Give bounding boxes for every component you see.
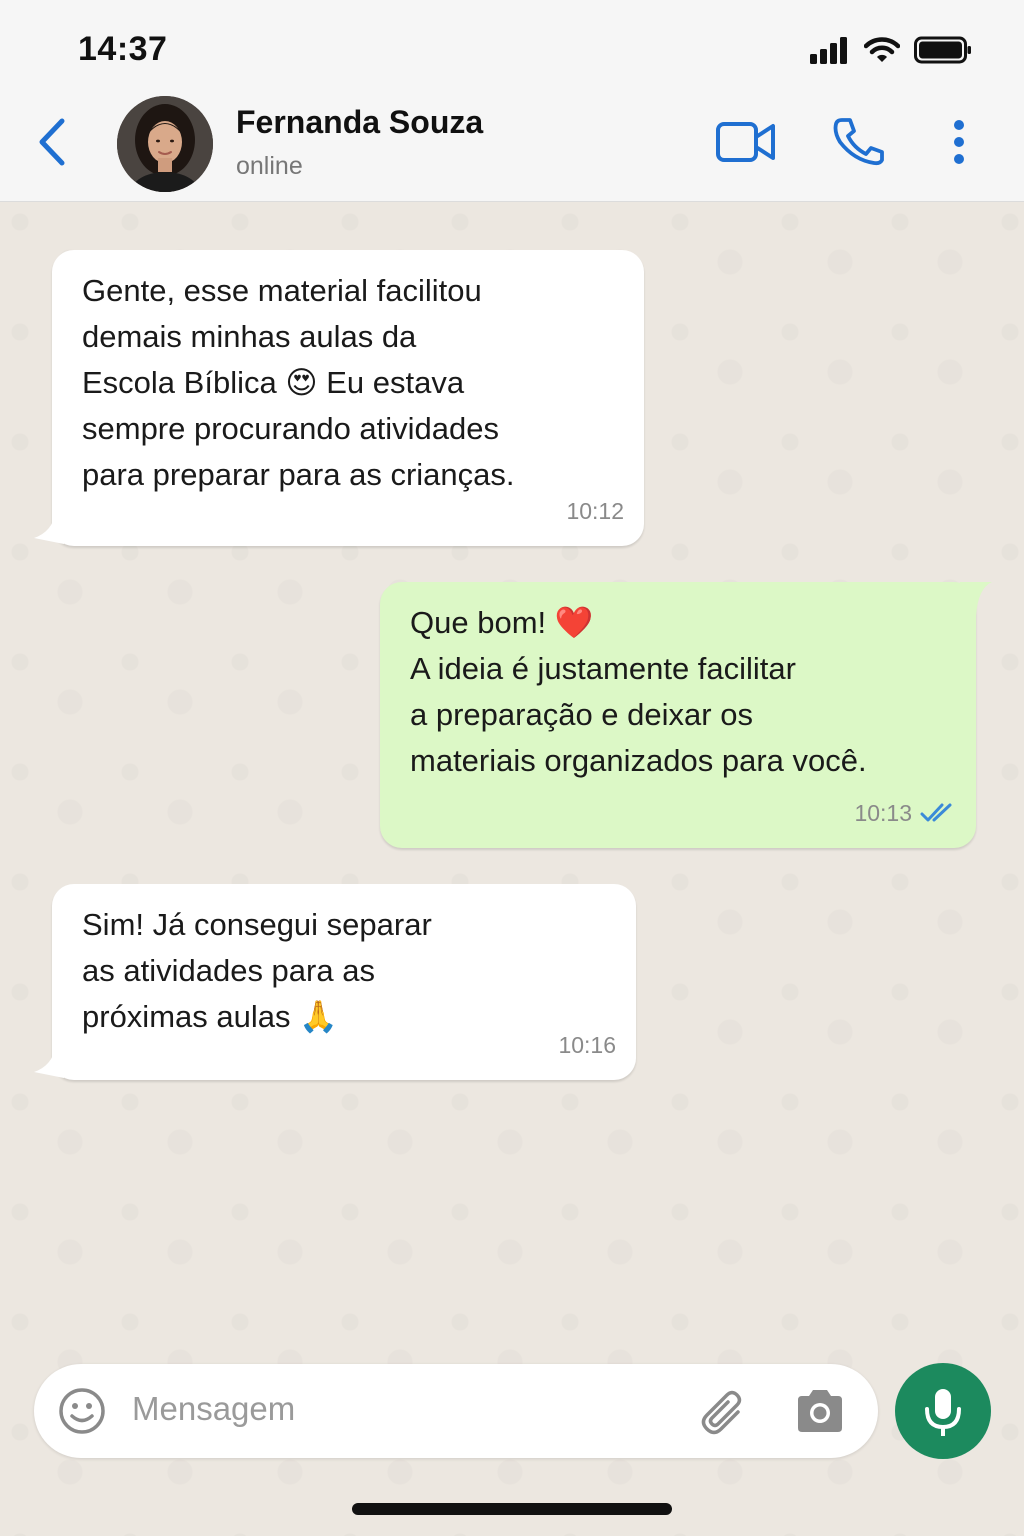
message-input[interactable]: Mensagem: [132, 1390, 295, 1428]
chat-area[interactable]: Gente, esse material facilitou demais mi…: [0, 202, 1024, 1536]
status-icons: [810, 36, 972, 64]
avatar[interactable]: [117, 96, 213, 192]
double-check-read-icon: [920, 803, 952, 822]
message-input-bar: Mensagem: [34, 1364, 878, 1458]
smiley-icon: [59, 1388, 105, 1434]
bubble-tail: [960, 582, 992, 616]
camera-button[interactable]: [794, 1388, 846, 1439]
chat-header: Fernanda Souza online: [0, 96, 1024, 202]
video-camera-icon: [716, 122, 775, 162]
more-options-button[interactable]: [948, 118, 970, 171]
back-button[interactable]: [32, 118, 76, 166]
message-meta: 10:13: [854, 790, 956, 836]
message-incoming[interactable]: Gente, esse material facilitou demais mi…: [52, 250, 644, 546]
bubble-tail: [34, 1046, 64, 1078]
message-outgoing[interactable]: Que bom! ❤️ A ideia é justamente facilit…: [380, 582, 976, 848]
message-meta: 10:16: [558, 1022, 616, 1068]
message-meta: 10:12: [566, 488, 624, 534]
video-call-button[interactable]: [716, 120, 776, 169]
battery-icon: [914, 36, 971, 64]
paperclip-icon: [701, 1390, 742, 1435]
camera-icon: [798, 1390, 842, 1432]
wifi-icon: [864, 37, 900, 62]
status-time: 14:37: [78, 30, 168, 68]
contact-name[interactable]: Fernanda Souza: [236, 104, 483, 141]
message-text: Que bom! ❤️ A ideia é justamente facilit…: [410, 605, 867, 778]
message-time: 10:13: [854, 800, 912, 826]
bubble-tail: [34, 512, 64, 544]
attach-button[interactable]: [700, 1386, 748, 1443]
emoji-button[interactable]: [58, 1387, 106, 1440]
message-text: Gente, esse material facilitou demais mi…: [82, 273, 515, 492]
message-incoming[interactable]: Sim! Já consegui separar as atividades p…: [52, 884, 636, 1080]
voice-message-button[interactable]: [895, 1363, 991, 1459]
status-bar: 14:37: [0, 0, 1024, 96]
chevron-left-icon: [39, 118, 65, 166]
cellular-signal-icon: [810, 37, 847, 64]
message-time: 10:16: [558, 1032, 616, 1058]
microphone-icon: [925, 1389, 961, 1436]
message-text: Sim! Já consegui separar as atividades p…: [82, 907, 432, 1034]
contact-photo: [117, 96, 213, 192]
voice-call-button[interactable]: [832, 116, 886, 171]
more-vertical-icon: [954, 120, 964, 164]
home-indicator[interactable]: [352, 1503, 672, 1515]
contact-status: online: [236, 152, 303, 180]
phone-icon: [833, 118, 884, 166]
message-time: 10:12: [566, 498, 624, 524]
